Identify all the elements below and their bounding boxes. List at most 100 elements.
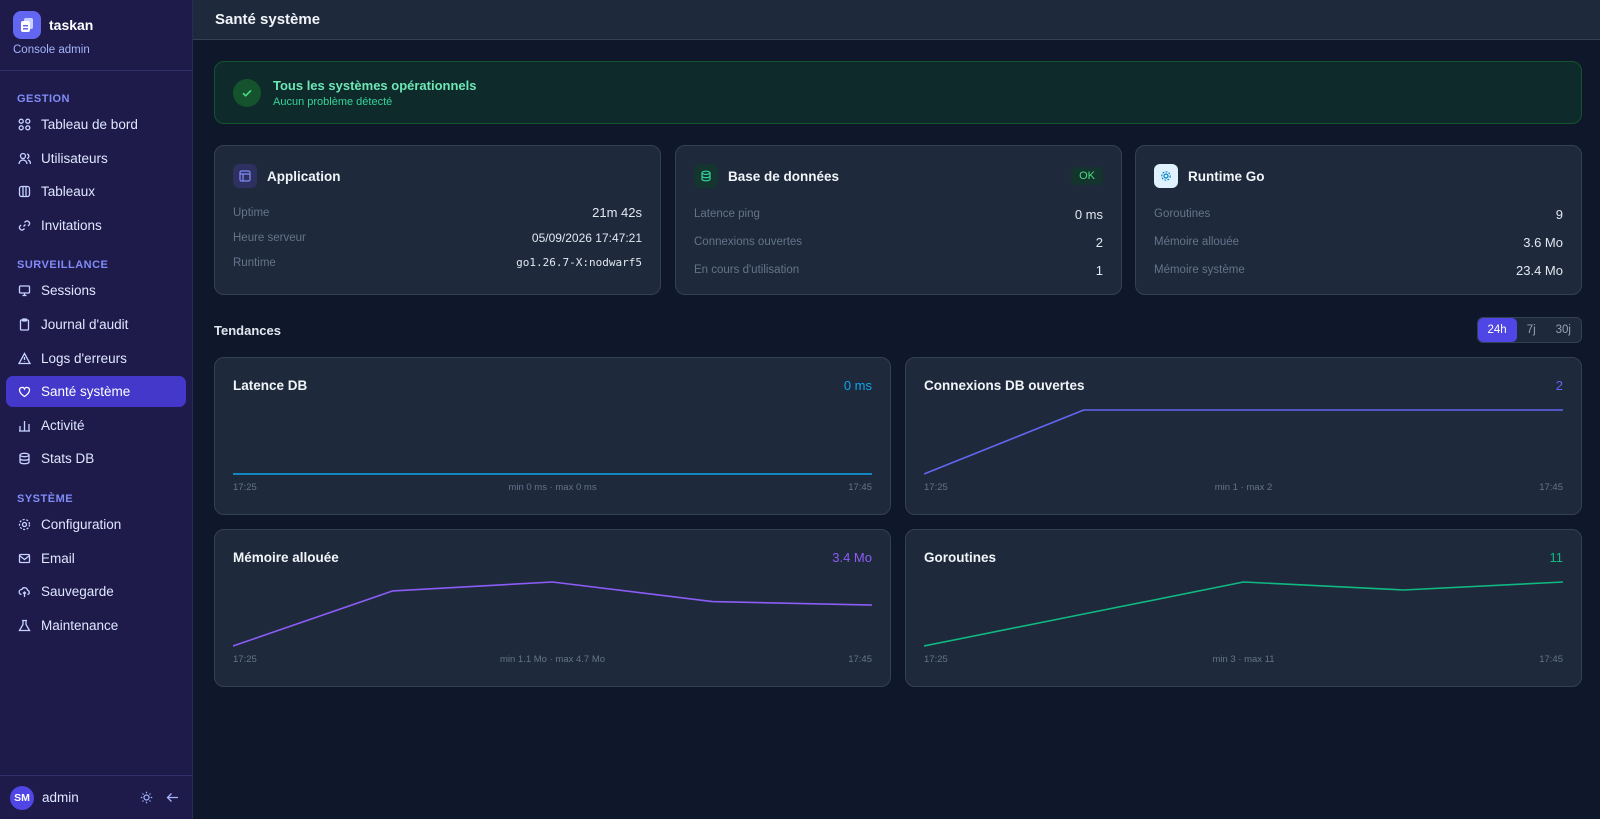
sidebar-item-activite[interactable]: Activité — [6, 410, 186, 441]
metric-value: 2 — [1095, 234, 1103, 250]
sidebar-item-configuration[interactable]: Configuration — [6, 509, 186, 540]
range-24h-button[interactable]: 24h — [1477, 318, 1517, 342]
board-icon — [17, 185, 31, 199]
avatar[interactable]: SM — [10, 785, 34, 810]
series-line — [924, 581, 1563, 647]
collapse-arrow-left-icon[interactable] — [162, 788, 182, 808]
sidebar-item-label: Stats DB — [41, 451, 95, 467]
sidebar-item-label: Sauvegarde — [41, 584, 114, 600]
x-tick-end: 17:45 — [1539, 482, 1563, 493]
metric-cards: Application Uptime 21m 42s Heure serveur 0… — [214, 145, 1582, 295]
database-icon — [694, 164, 718, 188]
heart-icon — [17, 385, 31, 399]
metric-value: go1.26.7-X:nodwarf5 — [516, 256, 642, 269]
sidebar-item-label: Activité — [41, 417, 85, 433]
gear-icon — [17, 517, 31, 531]
sidebar-item-sauvegarde[interactable]: Sauvegarde — [6, 576, 186, 607]
chart-connexions-db: Connexions DB ouvertes 2 17:25 min 1 · ma… — [905, 357, 1582, 515]
chart-latence-db: Latence DB 0 ms 17:25 min 0 ms · max 0 ms… — [214, 357, 891, 515]
sidebar-item-tableaux[interactable]: Tableaux — [6, 176, 186, 207]
topbar: Santé système — [193, 0, 1600, 40]
sidebar-item-maintenance[interactable]: Maintenance — [6, 610, 186, 641]
metric-label: Heure serveur — [233, 231, 306, 244]
sidebar-item-label: Maintenance — [41, 617, 119, 633]
metric-value: 3.6 Mo — [1523, 234, 1563, 250]
sidebar: taskan Console admin GESTION Tableau de … — [0, 0, 193, 819]
chart-title: Mémoire allouée — [233, 550, 339, 565]
chart-range-label: min 1 · max 2 — [1214, 482, 1273, 493]
chart-plot — [233, 473, 872, 475]
flask-icon — [17, 618, 31, 632]
metric-value: 9 — [1555, 206, 1563, 222]
brand: taskan Console admin — [0, 0, 192, 71]
metric-label: Mémoire système — [1154, 264, 1245, 276]
sidebar-item-utilisateurs[interactable]: Utilisateurs — [6, 143, 186, 174]
monitor-icon — [17, 284, 31, 298]
metric-label: Connexions ouvertes — [694, 236, 803, 248]
card-title: Application — [267, 168, 341, 184]
sidebar-item-logs-erreurs[interactable]: Logs d'erreurs — [6, 343, 186, 374]
sidebar-item-sante-systeme[interactable]: Santé système — [6, 376, 186, 408]
sidebar-item-label: Tableau de bord — [41, 117, 138, 132]
bar-chart-icon — [17, 418, 31, 432]
status-badge: OK — [1071, 167, 1103, 185]
card-title: Runtime Go — [1188, 168, 1265, 184]
chart-plot — [233, 581, 872, 647]
range-30j-button[interactable]: 30j — [1546, 318, 1581, 342]
range-selector: 24h 7j 30j — [1476, 317, 1582, 343]
x-tick-start: 17:25 — [924, 654, 948, 665]
chart-current-value: 2 — [1555, 378, 1563, 393]
sidebar-footer: SM admin — [0, 775, 192, 819]
range-7j-button[interactable]: 7j — [1517, 318, 1546, 342]
card-title: Base de données — [728, 168, 840, 184]
chart-current-value: 0 ms — [843, 378, 872, 393]
trends-header: Tendances 24h 7j 30j — [214, 317, 1582, 343]
series-line — [233, 581, 872, 647]
chart-current-value: 3.4 Mo — [832, 550, 872, 565]
sidebar-item-label: Configuration — [41, 516, 122, 532]
sidebar-item-sessions[interactable]: Sessions — [6, 275, 186, 306]
metric-label: Runtime — [233, 256, 276, 269]
nav-section-systeme: SYSTÈME — [17, 492, 74, 505]
metric-label: Goroutines — [1154, 208, 1211, 220]
sidebar-item-journal-audit[interactable]: Journal d'audit — [6, 309, 186, 340]
metric-label: Mémoire allouée — [1154, 236, 1240, 248]
chart-title: Latence DB — [233, 378, 308, 393]
app-name: taskan — [49, 17, 94, 33]
app-logo-icon[interactable] — [13, 11, 41, 39]
sidebar-item-email[interactable]: Email — [6, 543, 186, 574]
chart-plot — [924, 581, 1563, 647]
status-subtitle: Aucun problème détecté — [273, 95, 393, 108]
x-tick-start: 17:25 — [924, 482, 948, 493]
metric-value: 1 — [1095, 262, 1103, 278]
chart-range-label: min 0 ms · max 0 ms — [508, 482, 597, 493]
sidebar-item-label: Journal d'audit — [41, 316, 129, 332]
page-title: Santé système — [215, 11, 321, 28]
chart-goroutines: Goroutines 11 17:25 min 3 · max 11 17:45 — [905, 529, 1582, 687]
user-name: admin — [42, 790, 79, 805]
x-tick-start: 17:25 — [233, 482, 257, 493]
mail-icon — [17, 551, 31, 565]
app-subtitle: Console admin — [13, 44, 90, 56]
x-tick-end: 17:45 — [848, 482, 872, 493]
status-banner: Tous les systèmes opérationnels Aucun pr… — [214, 61, 1582, 124]
sidebar-item-invitations[interactable]: Invitations — [6, 210, 186, 241]
sidebar-item-stats-db[interactable]: Stats DB — [6, 443, 186, 474]
grid-icon — [17, 118, 31, 132]
series-line — [924, 409, 1563, 475]
sidebar-item-label: Email — [41, 550, 75, 566]
metric-value: 21m 42s — [592, 205, 642, 220]
metric-label: Uptime — [233, 206, 270, 219]
check-circle-icon — [233, 78, 261, 107]
warning-icon — [17, 351, 31, 365]
users-icon — [17, 151, 31, 165]
metric-value: 23.4 Mo — [1516, 262, 1563, 278]
sidebar-item-tableau-de-bord[interactable]: Tableau de bord — [6, 109, 186, 140]
status-title: Tous les systèmes opérationnels — [273, 77, 477, 93]
sidebar-item-label: Invitations — [41, 217, 102, 233]
sidebar-item-label: Logs d'erreurs — [41, 350, 127, 366]
sidebar-item-label: Sessions — [41, 283, 96, 299]
theme-toggle-sun-icon[interactable] — [136, 788, 156, 808]
card-runtime-go: Runtime Go Goroutines 9 Mémoire allouée 3.… — [1135, 145, 1582, 295]
nav-section-surveillance: SURVEILLANCE — [17, 259, 109, 272]
